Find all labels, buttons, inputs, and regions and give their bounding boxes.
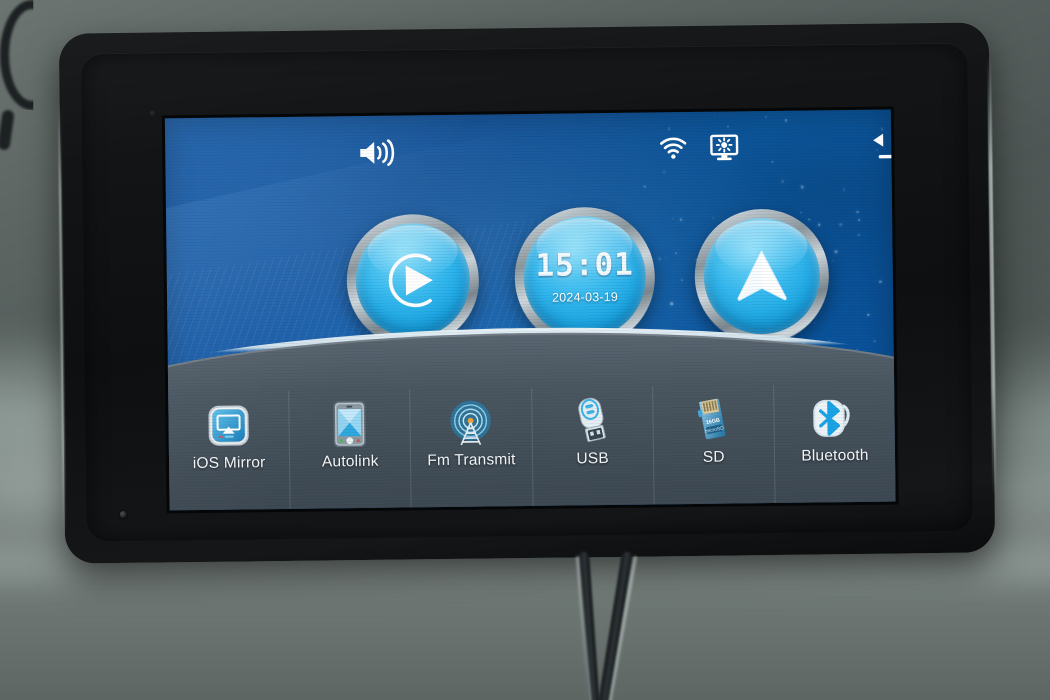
clock-time: 15:01 [535, 246, 635, 284]
tray-item-fm-transmit[interactable]: Fm Transmit [410, 387, 534, 508]
sparkle-dot [672, 218, 674, 220]
tray-item-label: Fm Transmit [427, 451, 516, 470]
wifi-icon[interactable] [659, 136, 687, 165]
status-bar [165, 128, 896, 183]
sparkle-dot [670, 302, 673, 306]
tray-item-autolink[interactable]: Autolink [289, 389, 412, 509]
app-tray-container: iOS Mirror Autolink Fm Transmit USB 16GB… [164, 322, 896, 511]
smartphone-icon [326, 400, 375, 449]
sparkle-dot [713, 114, 716, 116]
tray-item-sd[interactable]: 16GB microSD SD [652, 384, 776, 505]
sparkle-dot [857, 233, 861, 237]
display-brightness-icon[interactable] [709, 133, 739, 166]
sparkle-dot [800, 211, 802, 214]
sparkle-dot [643, 185, 646, 188]
sparkle-dot [658, 257, 661, 261]
sparkle-dot [665, 257, 667, 259]
clock-dial-face: 15:01 2024-03-19 [523, 215, 647, 340]
sparkle-dot [879, 280, 882, 283]
microphone-hole [149, 110, 155, 116]
clock-date: 2024-03-19 [551, 289, 619, 305]
sparkle-dot [856, 210, 859, 214]
tray-item-label: USB [576, 450, 609, 468]
sd-card-icon: 16GB microSD [689, 395, 738, 444]
sparkle-dot [675, 252, 677, 255]
status-led [119, 510, 127, 518]
sparkle-dot [842, 188, 846, 191]
tray-item-label: Bluetooth [801, 446, 869, 465]
sparkle-dot [834, 250, 838, 254]
touchscreen[interactable]: 15:01 2024-03-19 iOS Mirror Autolink Fm … [164, 109, 896, 511]
bluetooth-headset-icon [810, 394, 859, 443]
sparkle-dot [874, 340, 876, 343]
sparkle-dot [679, 218, 683, 221]
sparkle-dot [858, 218, 861, 221]
sparkle-dot [712, 216, 715, 219]
sparkle-dot [680, 279, 683, 282]
sparkle-dot [781, 180, 784, 183]
sparkle-dot [818, 223, 821, 227]
media-dial-face [355, 222, 471, 339]
navigation-dial-face [703, 217, 821, 335]
tray-item-label: Autolink [321, 452, 379, 471]
head-unit-device: 15:01 2024-03-19 iOS Mirror Autolink Fm … [57, 22, 997, 564]
sparkle-dot [814, 322, 816, 324]
tray-item-bluetooth[interactable]: Bluetooth [774, 384, 896, 503]
sparkle-dot [764, 115, 767, 119]
tray-item-ios-mirror[interactable]: iOS Mirror [168, 390, 291, 511]
play-circle-icon [388, 253, 433, 308]
sparkle-dot [832, 260, 835, 262]
airplay-mirror-icon [204, 401, 253, 450]
app-tray: iOS Mirror Autolink Fm Transmit USB 16GB… [168, 384, 895, 511]
tray-item-label: SD [702, 448, 725, 466]
tray-item-usb[interactable]: USB [531, 386, 655, 506]
sparkle-dot [784, 118, 787, 122]
sparkle-dot [867, 314, 869, 316]
volume-icon[interactable] [357, 138, 395, 173]
usb-drive-icon [568, 397, 617, 446]
sparkle-dot [801, 185, 804, 189]
radio-tower-icon [447, 398, 496, 447]
sparkle-dot [808, 218, 811, 221]
tray-item-label: iOS Mirror [192, 454, 266, 473]
navigation-arrow-icon [737, 250, 787, 301]
sparkle-dot [727, 125, 730, 128]
sparkle-dot [839, 223, 843, 227]
